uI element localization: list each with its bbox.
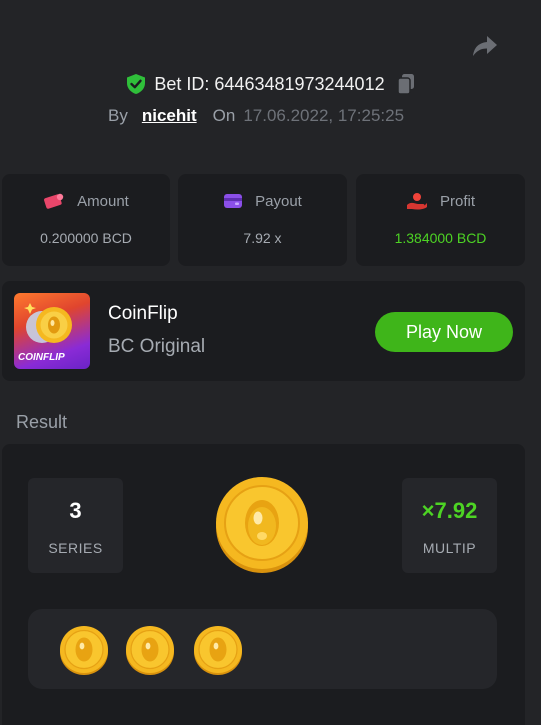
- amount-icon: [44, 193, 64, 209]
- history-coin-icon: [126, 626, 174, 675]
- profit-value: 1.384000 BCD: [394, 230, 487, 246]
- amount-value: 0.200000 BCD: [40, 230, 132, 246]
- result-coin-icon: [216, 477, 308, 573]
- history-coin-icon: [60, 626, 108, 675]
- play-now-button[interactable]: Play Now: [375, 312, 513, 352]
- share-icon: [473, 36, 497, 56]
- bet-date: 17.06.2022, 17:25:25: [243, 106, 405, 125]
- copy-icon: [396, 74, 414, 95]
- multiplier-label: MULTIP: [422, 540, 477, 556]
- game-subtitle: BC Original: [108, 336, 206, 357]
- profit-label: Profit: [439, 192, 475, 210]
- share-button[interactable]: [470, 33, 500, 59]
- series-box: 3 SERIES: [28, 478, 123, 573]
- multiplier-box: ×7.92 MULTIP: [402, 478, 497, 573]
- wallet-icon: [224, 194, 243, 208]
- series-label: SERIES: [48, 540, 103, 556]
- by-label: By: [108, 106, 128, 125]
- bet-meta-row: By nicehit On 17.06.2022, 17:25:25: [108, 104, 404, 128]
- history-coin-icon: [194, 626, 242, 675]
- amount-card: Amount 0.200000 BCD: [2, 174, 170, 266]
- series-value: 3: [69, 498, 82, 523]
- multiplier-value: ×7.92: [421, 498, 478, 523]
- payout-value: 7.92 x: [243, 230, 282, 246]
- game-card: COINFLIP CoinFlip BC Original Play Now: [2, 281, 525, 381]
- shield-check-icon: [127, 74, 146, 94]
- copy-button[interactable]: [396, 73, 415, 95]
- on-label: On: [212, 106, 236, 125]
- result-panel: 3 SERIES ×7.92 MULTIP: [2, 444, 525, 725]
- game-thumbnail[interactable]: COINFLIP: [14, 293, 90, 369]
- payout-label: Payout: [255, 192, 302, 210]
- amount-label: Amount: [77, 192, 129, 210]
- bet-id-text: Bet ID: 64463481973244012: [154, 73, 385, 94]
- game-title: CoinFlip: [108, 303, 178, 324]
- username-link[interactable]: nicehit: [142, 106, 197, 126]
- result-heading: Result: [16, 412, 68, 432]
- bet-id-row: Bet ID: 64463481973244012: [0, 70, 541, 98]
- profit-card: Profit 1.384000 BCD: [356, 174, 525, 266]
- thumb-label: COINFLIP: [18, 352, 65, 363]
- flip-history: [28, 609, 497, 689]
- payout-card: Payout 7.92 x: [178, 174, 347, 266]
- profit-icon: [406, 193, 427, 210]
